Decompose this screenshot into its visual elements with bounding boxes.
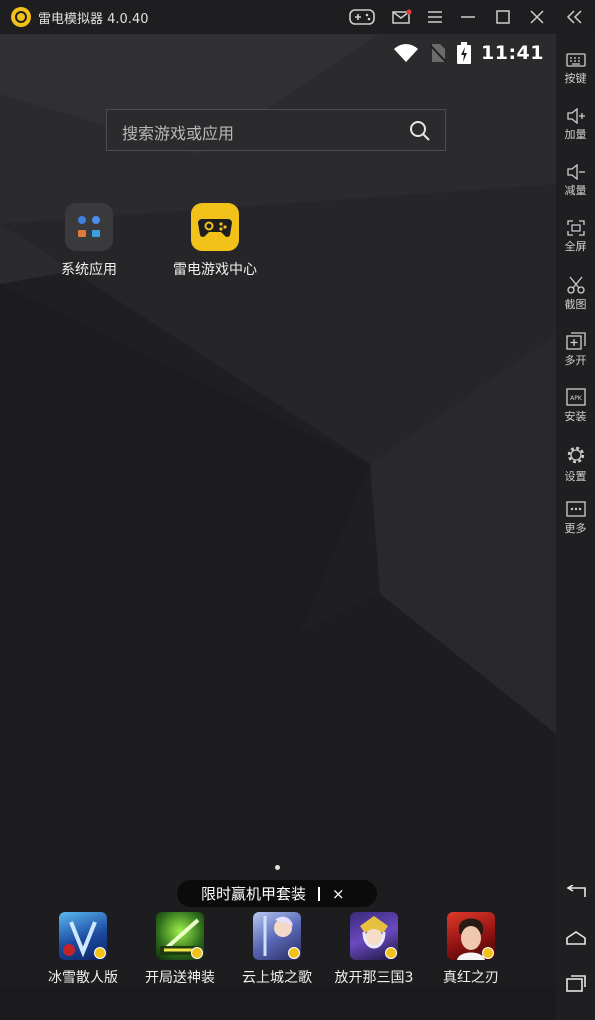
dock-app-sanguo[interactable]: 放开那三国3: [325, 912, 423, 986]
promo-banner[interactable]: 限时赢机甲套装 ×: [177, 880, 377, 907]
sidebar-item-label: 全屏: [564, 240, 587, 253]
no-sim-icon: [429, 44, 447, 63]
gear-icon: [567, 446, 584, 464]
ld-badge-icon: [482, 947, 494, 959]
sidebar-item-settings[interactable]: 设置: [556, 444, 595, 484]
minimize-icon[interactable]: [459, 5, 477, 29]
apk-install-icon: APK: [565, 388, 586, 406]
title-bar: 雷电模拟器 4.0.40: [0, 0, 595, 34]
search-icon[interactable]: [409, 120, 431, 142]
promo-text: 限时赢机甲套装: [201, 885, 307, 903]
status-bar: 11:41: [393, 41, 544, 65]
sidebar-item-multi-instance[interactable]: 多开: [556, 332, 595, 368]
home-button[interactable]: [556, 930, 595, 946]
dock-app-bingxue[interactable]: 冰雪散人版: [34, 912, 132, 986]
sidebar-item-screenshot[interactable]: 截图: [556, 276, 595, 312]
android-screen: 11:41 搜索游戏或应用 系统应用 雷电游戏中心 限时赢机甲套装 × 冰雪散人…: [0, 34, 556, 986]
collapse-sidebar-icon[interactable]: [565, 5, 585, 29]
sidebar-item-label: 安装: [564, 410, 587, 423]
system-apps-folder-icon: [65, 203, 113, 251]
volume-down-icon: [566, 164, 585, 180]
ld-badge-icon: [385, 947, 397, 959]
keyboard-icon: [565, 53, 586, 67]
wifi-icon: [394, 44, 419, 62]
dock-app-shenzhuang[interactable]: 开局送神装: [131, 912, 229, 986]
dock-app-label: 冰雪散人版: [48, 970, 118, 986]
maximize-icon[interactable]: [494, 5, 512, 29]
more-icon: [565, 501, 586, 517]
search-placeholder: 搜索游戏或应用: [122, 124, 235, 143]
gamepad-icon[interactable]: [348, 5, 376, 29]
status-time: 11:41: [481, 42, 544, 64]
shenzhuang-game-icon: [156, 912, 204, 960]
back-icon: [565, 885, 586, 897]
sidebar-item-more[interactable]: 更多: [556, 500, 595, 536]
sidebar-item-label: 减量: [564, 184, 587, 197]
ldplayer-logo-icon: [11, 7, 31, 27]
close-icon[interactable]: [528, 5, 546, 29]
desktop-app-game-center[interactable]: 雷电游戏中心: [165, 203, 265, 279]
mail-icon[interactable]: [392, 5, 412, 29]
wallpaper: [0, 34, 556, 986]
sidebar-item-label: 多开: [564, 354, 587, 367]
desktop-app-system[interactable]: 系统应用: [39, 203, 139, 279]
bottom-strip: [0, 986, 556, 1020]
multi-instance-icon: [565, 332, 586, 350]
svg-text:APK: APK: [570, 395, 583, 402]
sidebar-item-fullscreen[interactable]: 全屏: [556, 220, 595, 254]
fullscreen-icon: [566, 220, 585, 236]
right-sidebar: 按键 加量 减量 全屏 截图 多开 APK 安装 设置 更多: [556, 34, 595, 1020]
dock-app-label: 云上城之歌: [242, 970, 312, 986]
page-indicator-dot: [275, 865, 280, 870]
sidebar-item-install-apk[interactable]: APK 安装: [556, 388, 595, 424]
home-icon: [565, 931, 586, 945]
sidebar-item-label: 加量: [564, 128, 587, 141]
ld-badge-icon: [94, 947, 106, 959]
promo-divider: [318, 886, 321, 901]
zhenhong-game-icon: [447, 912, 495, 960]
recent-apps-icon: [565, 975, 586, 992]
yunshangcheng-game-icon: [253, 912, 301, 960]
ld-badge-icon: [191, 947, 203, 959]
sidebar-item-volume-down[interactable]: 减量: [556, 164, 595, 198]
ld-badge-icon: [288, 947, 300, 959]
bingxue-game-icon: [59, 912, 107, 960]
sidebar-item-label: 按键: [564, 72, 587, 85]
dock-app-label: 真红之刃: [443, 970, 499, 986]
search-input[interactable]: 搜索游戏或应用: [106, 109, 446, 151]
dock-app-label: 放开那三国3: [334, 970, 414, 986]
menu-icon[interactable]: [426, 5, 444, 29]
game-center-icon: [191, 203, 239, 251]
back-button[interactable]: [556, 885, 595, 901]
sidebar-item-label: 更多: [564, 522, 587, 535]
app-title: 雷电模拟器 4.0.40: [38, 12, 149, 27]
recent-apps-button[interactable]: [556, 974, 595, 992]
sidebar-item-volume-up[interactable]: 加量: [556, 108, 595, 142]
desktop-app-label: 系统应用: [61, 262, 117, 278]
dock-app-label: 开局送神装: [145, 970, 215, 986]
volume-up-icon: [566, 108, 585, 124]
dock-app-zhenhong[interactable]: 真红之刃: [422, 912, 520, 986]
battery-charging-icon: [457, 42, 472, 64]
dock-app-yunshangcheng[interactable]: 云上城之歌: [228, 912, 326, 986]
sanguo-game-icon: [350, 912, 398, 960]
desktop-app-label: 雷电游戏中心: [173, 262, 257, 278]
sidebar-item-label: 截图: [564, 298, 587, 311]
sidebar-item-label: 设置: [564, 470, 587, 483]
sidebar-item-keymap[interactable]: 按键: [556, 52, 595, 86]
promo-close-button[interactable]: ×: [332, 885, 345, 903]
scissors-icon: [566, 276, 585, 294]
